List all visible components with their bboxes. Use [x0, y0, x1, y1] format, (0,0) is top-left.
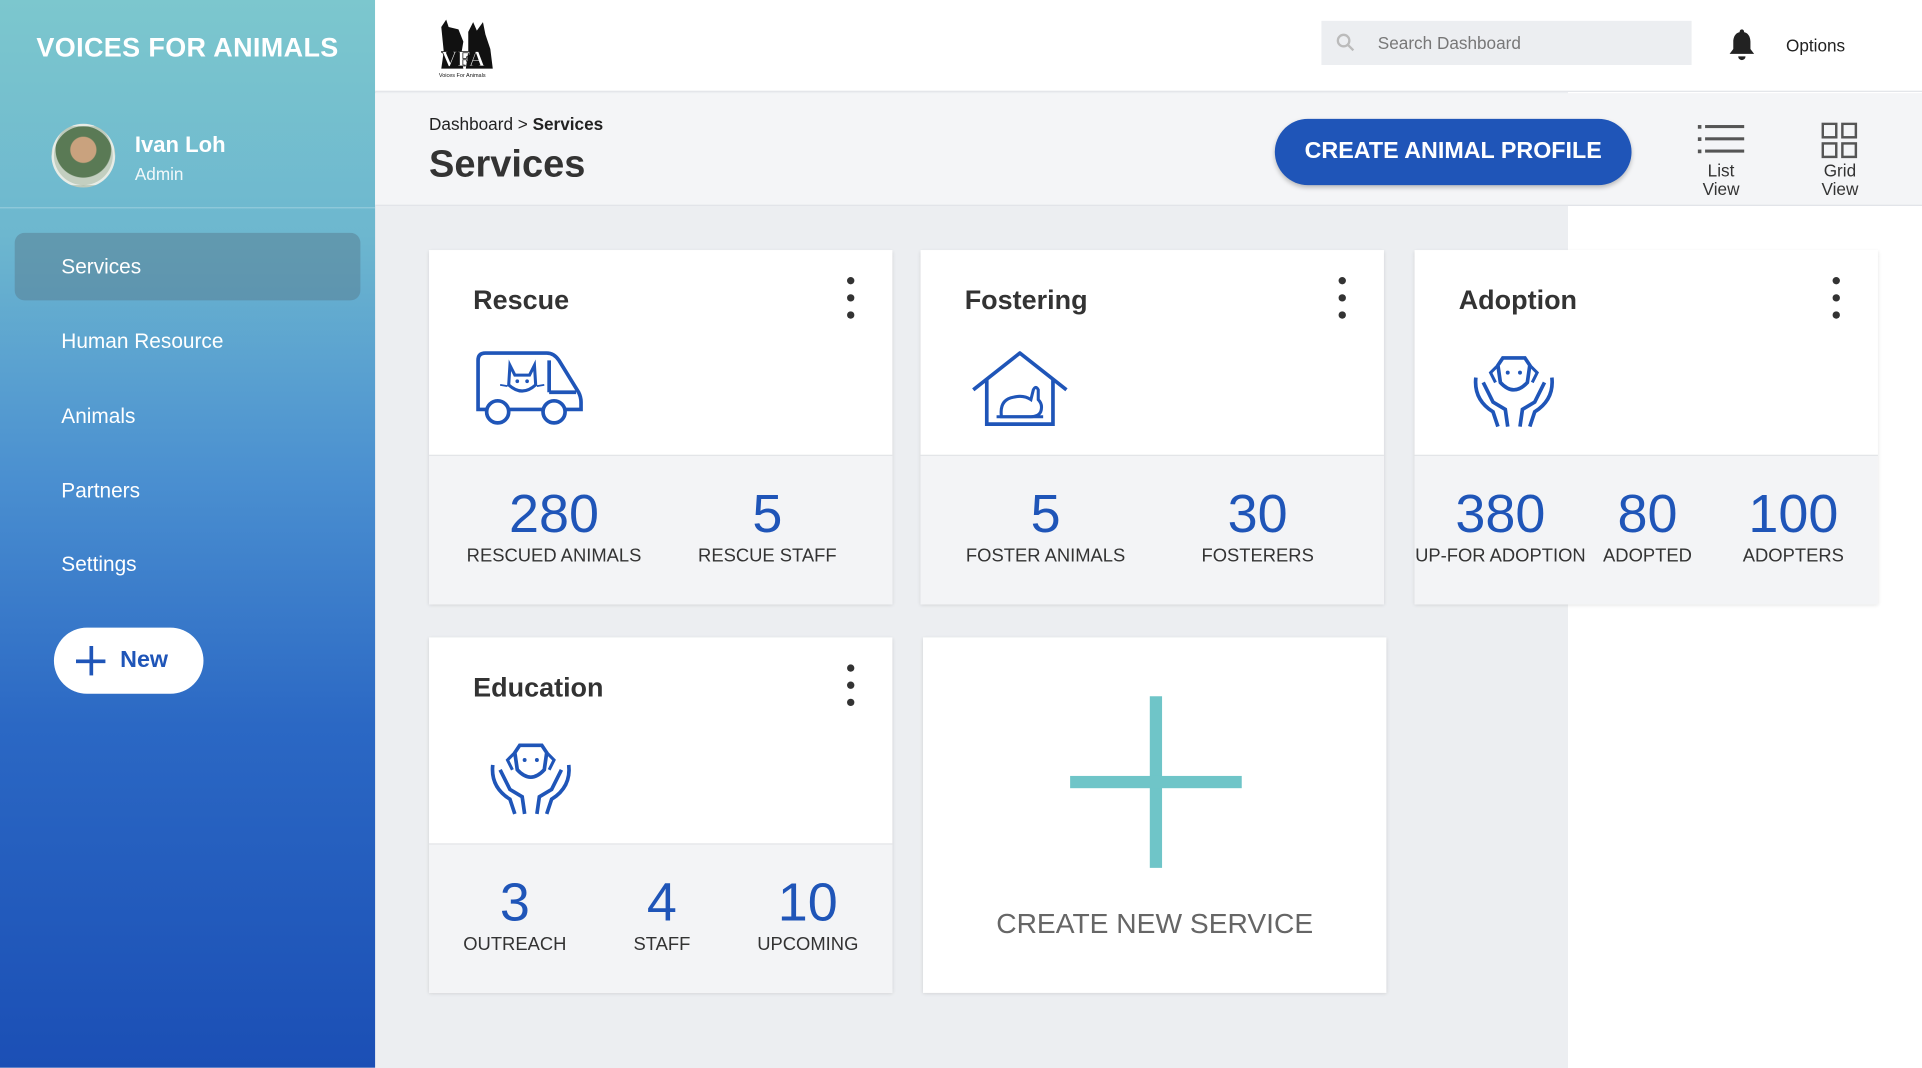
logo-subtext: Voices For Animals — [439, 73, 486, 79]
sidebar-item-settings[interactable]: Settings — [15, 531, 361, 598]
page-title: Services — [429, 142, 586, 186]
stat-label: ADOPTED — [1603, 545, 1692, 567]
stat-adopted: 80 ADOPTED — [1591, 484, 1704, 567]
plus-icon — [75, 645, 106, 676]
user-profile: Ivan Loh Admin — [0, 96, 376, 209]
stat-upcoming: 10 UPCOMING — [740, 872, 875, 955]
list-view-label-1: List — [1707, 160, 1735, 181]
stat-value: 280 — [509, 484, 600, 545]
service-card-fostering[interactable]: Fostering 5 FOSTER ANIMALS 30 FOSTERERS — [920, 250, 1384, 605]
search-bar — [1321, 20, 1692, 65]
grid-view-label-1: Grid — [1823, 160, 1857, 181]
stat-value: 4 — [646, 872, 677, 933]
grid-view-button[interactable]: Grid View — [1803, 122, 1877, 199]
stat-foster-animals: 5 FOSTER ANIMALS — [950, 484, 1141, 567]
brand-title: VOICES FOR ANIMALS — [36, 31, 339, 63]
adoption-hands-icon — [1473, 356, 1554, 428]
more-options-icon[interactable] — [1335, 277, 1350, 321]
stat-adopters: 100 ADOPTERS — [1728, 484, 1858, 567]
list-view-button[interactable]: List View — [1684, 123, 1758, 199]
stat-label: FOSTERERS — [1201, 545, 1314, 567]
rescue-van-icon — [476, 351, 583, 425]
stat-value: 5 — [1030, 484, 1061, 545]
search-icon — [1336, 33, 1355, 52]
card-stats: 280 RESCUED ANIMALS 5 RESCUE STAFF — [429, 454, 893, 605]
stat-value: 3 — [499, 872, 530, 933]
service-card-education[interactable]: Education 3 OUTREACH 4 STAFF 10 UPCOMING — [429, 637, 893, 993]
service-card-adoption[interactable]: Adoption 380 UP-FOR ADOPTION 80 ADOPTED … — [1414, 250, 1878, 605]
stat-value: 80 — [1617, 484, 1678, 545]
more-options-icon[interactable] — [1829, 277, 1844, 321]
create-animal-profile-button[interactable]: CREATE ANIMAL PROFILE — [1274, 118, 1632, 186]
stat-outreach: 3 OUTREACH — [441, 872, 588, 955]
bell-icon[interactable] — [1728, 29, 1755, 61]
service-card-rescue[interactable]: Rescue 280 RESCUED ANIMALS 5 RESCUE STAF… — [429, 250, 893, 605]
vfa-logo[interactable]: VFA Voices For Animals — [431, 15, 505, 81]
more-options-icon[interactable] — [843, 664, 858, 708]
page-header: Dashboard > Services Services CREATE ANI… — [375, 93, 1922, 206]
card-stats: 380 UP-FOR ADOPTION 80 ADOPTED 100 ADOPT… — [1414, 454, 1878, 605]
stat-up-for-adoption: 380 UP-FOR ADOPTION — [1415, 484, 1587, 567]
sidebar-item-services[interactable]: Services — [14, 232, 361, 301]
stat-value: 10 — [777, 872, 838, 933]
grid-view-icon — [1821, 122, 1858, 159]
sidebar-item-label: Partners — [61, 479, 141, 503]
stat-label: RESCUED ANIMALS — [466, 545, 642, 567]
card-title: Fostering — [964, 284, 1088, 316]
new-button[interactable]: New — [53, 627, 204, 694]
card-title: Adoption — [1458, 284, 1578, 316]
stat-label: RESCUE STAFF — [698, 545, 837, 567]
card-title: Rescue — [473, 284, 570, 316]
stat-value: 380 — [1455, 484, 1546, 545]
stat-label: UP-FOR ADOPTION — [1415, 545, 1586, 567]
stat-rescue-staff: 5 RESCUE STAFF — [682, 484, 854, 567]
sidebar-item-label: Settings — [61, 552, 137, 577]
stat-rescued-animals: 280 RESCUED ANIMALS — [454, 484, 655, 567]
stat-label: ADOPTERS — [1742, 545, 1844, 567]
foster-home-icon — [972, 351, 1068, 426]
sidebar-item-human-resource[interactable]: Human Resource — [15, 308, 361, 375]
app-root: VOICES FOR ANIMALS Ivan Loh Admin Servic… — [0, 0, 1922, 1068]
card-stats: 5 FOSTER ANIMALS 30 FOSTERERS — [920, 454, 1384, 605]
stat-value: 5 — [752, 484, 783, 545]
card-stats: 3 OUTREACH 4 STAFF 10 UPCOMING — [429, 843, 893, 993]
more-options-icon[interactable] — [843, 277, 858, 321]
user-name: Ivan Loh — [134, 132, 226, 157]
options-menu[interactable]: Options — [1786, 36, 1845, 56]
breadcrumb-separator: > — [517, 113, 528, 134]
stat-label: UPCOMING — [757, 934, 859, 955]
create-new-service-label: CREATE NEW SERVICE — [996, 907, 1314, 939]
stat-staff: 4 STAFF — [601, 872, 724, 955]
sidebar-item-label: Services — [61, 254, 142, 279]
stat-label: OUTREACH — [463, 934, 567, 955]
avatar[interactable] — [51, 123, 116, 188]
sidebar: VOICES FOR ANIMALS Ivan Loh Admin Servic… — [0, 0, 376, 1068]
stat-fosterers: 30 FOSTERERS — [1178, 484, 1337, 567]
stat-label: FOSTER ANIMALS — [965, 545, 1126, 567]
search-input[interactable] — [1375, 20, 1682, 65]
stat-value: 30 — [1227, 484, 1288, 545]
top-bar: VFA Voices For Animals Options — [375, 0, 1922, 92]
list-view-label-2: View — [1702, 178, 1740, 199]
breadcrumb-current: Services — [532, 113, 604, 134]
logo-text: VFA — [441, 46, 485, 71]
sidebar-item-label: Animals — [61, 404, 136, 428]
large-plus-icon — [1070, 696, 1242, 868]
new-button-label: New — [120, 647, 169, 673]
sidebar-item-animals[interactable]: Animals — [15, 382, 361, 449]
card-title: Education — [473, 671, 604, 703]
grid-view-label-2: View — [1821, 178, 1859, 199]
education-hands-icon — [490, 743, 571, 815]
create-new-service-card[interactable]: CREATE NEW SERVICE — [923, 637, 1387, 993]
user-role: Admin — [134, 164, 184, 184]
list-view-icon — [1697, 125, 1745, 154]
stat-value: 100 — [1748, 484, 1839, 545]
breadcrumb-dashboard[interactable]: Dashboard — [429, 114, 513, 134]
sidebar-item-partners[interactable]: Partners — [15, 457, 361, 524]
breadcrumb: Dashboard > Services — [429, 114, 603, 134]
stat-label: STAFF — [633, 934, 691, 955]
sidebar-item-label: Human Resource — [61, 329, 224, 354]
